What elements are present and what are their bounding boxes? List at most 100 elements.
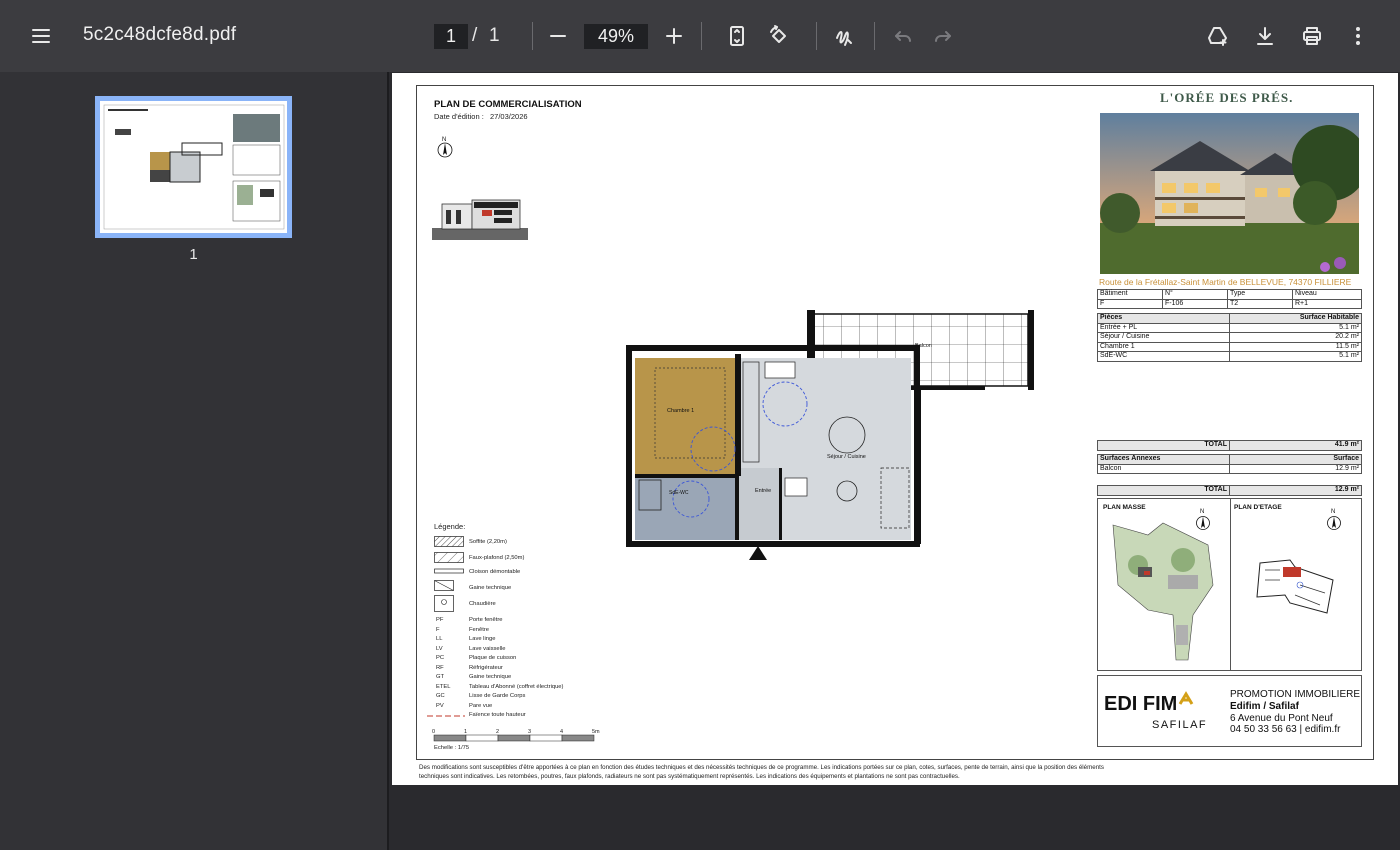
print-icon[interactable]	[1292, 16, 1332, 56]
scale-tick: 4	[560, 729, 563, 735]
toolbar-divider	[874, 22, 875, 50]
zoom-in-icon[interactable]	[654, 16, 694, 56]
table-row: Chambre 1 11.5 m²	[1097, 341, 1362, 352]
room-name: Séjour / Cuisine	[1097, 332, 1230, 343]
legend-label: Lave linge	[469, 636, 496, 642]
legend-code: PF	[436, 617, 444, 623]
menu-icon[interactable]	[21, 16, 61, 56]
room-surface: 20.2 m²	[1229, 332, 1362, 343]
legend-label: Faux-plafond (2,50m)	[469, 555, 525, 561]
zoom-out-icon[interactable]	[538, 16, 578, 56]
viewer-toolbar: 5c2c48dcfe8d.pdf 1 / 1 49%	[0, 0, 1400, 72]
redo-icon[interactable]	[923, 16, 963, 56]
legend-label: Gaine technique	[469, 674, 512, 680]
lot-header-niveau: Niveau	[1292, 289, 1362, 300]
legend-code: PV	[436, 702, 444, 709]
legend-code: LL	[436, 636, 443, 642]
annotate-icon[interactable]	[824, 16, 864, 56]
legend-code: GC	[436, 693, 445, 699]
rooms-total-value: 41.9 m²	[1229, 440, 1362, 451]
annex-header-surface: Surface	[1229, 454, 1362, 465]
page-number-input[interactable]: 1	[434, 24, 468, 49]
annex-name: Balcon	[1097, 463, 1230, 474]
annex-surface: 12.9 m²	[1229, 463, 1362, 474]
lot-header-batiment: Bâtiment	[1097, 289, 1163, 300]
legend-label: Porte fenêtre	[469, 617, 503, 623]
promo-line-1: PROMOTION IMMOBILIERE	[1230, 689, 1361, 700]
lot-header-numero: N°	[1162, 289, 1228, 300]
faience-line-swatch	[427, 715, 465, 717]
legend-label: Cloison démontable	[469, 569, 521, 575]
project-brand-logo: L'ORÉE DES PRÉS.	[1160, 90, 1294, 105]
scale-tick: 2	[496, 729, 499, 735]
building-elevation-image	[432, 199, 528, 240]
annex-total-table: TOTAL 12.9 m²	[1097, 485, 1362, 496]
legend-code: LV	[436, 645, 443, 652]
table-row: Entrée + PL 5.1 m²	[1097, 322, 1362, 333]
legend-label: Fenêtre	[469, 626, 489, 633]
undo-icon[interactable]	[883, 16, 923, 56]
room-label-chambre: Chambre 1	[667, 408, 694, 414]
room-label-sejour: Séjour / Cuisine	[827, 454, 866, 460]
room-label-balcon: Balcon	[915, 343, 932, 349]
zoom-level-input[interactable]: 49%	[584, 24, 648, 49]
legend-label: Plaque de cuisson	[469, 655, 517, 661]
legend-label: Soffite (2,20m)	[469, 539, 507, 545]
scale-tick: 3	[528, 729, 531, 735]
scale-tick: 1	[464, 729, 467, 735]
edifim-logo-text: EDI FIM	[1104, 693, 1177, 715]
safilaf-logo-text: SAFILAF	[1152, 719, 1207, 731]
room-surface: 5.1 m²	[1229, 351, 1362, 362]
page-thumbnail[interactable]	[95, 96, 292, 238]
lot-value-niveau: R+1	[1292, 298, 1362, 309]
lot-value-numero: F-106	[1162, 298, 1228, 309]
legend-label: Lisse de Garde Corps	[469, 693, 526, 699]
toolbar-divider	[532, 22, 533, 50]
promo-line-3: 6 Avenue du Pont Neuf	[1230, 713, 1333, 724]
download-icon[interactable]	[1245, 16, 1285, 56]
legend-code: GT	[436, 674, 445, 680]
table-row: Balcon 12.9 m²	[1097, 463, 1362, 474]
north-arrow-label: N	[442, 137, 446, 143]
promo-line-2: Edifim / Safilaf	[1230, 701, 1299, 712]
promo-line-4: 04 50 33 56 63 | edifim.fr	[1230, 724, 1341, 735]
add-to-drive-icon[interactable]	[1198, 16, 1238, 56]
project-address: Route de la Frétallaz-Saint Martin de BE…	[1099, 277, 1352, 287]
more-vert-icon[interactable]	[1338, 16, 1378, 56]
plan-masse-image	[1112, 522, 1214, 661]
annex-header-name: Surfaces Annexes	[1097, 454, 1230, 465]
site-plans-divider	[1230, 499, 1231, 670]
toolbar-divider	[816, 22, 817, 50]
north-arrow-icon: N	[1327, 509, 1341, 530]
rooms-header-surface: Surface Habitable	[1229, 313, 1362, 324]
toolbar-divider	[701, 22, 702, 50]
rooms-surface-table: Pièces Surface Habitable Entrée + PL 5.1…	[1097, 313, 1362, 362]
plan-title: PLAN DE COMMERCIALISATION	[434, 99, 582, 110]
legend-code: F	[436, 626, 440, 633]
legend-swatches	[434, 536, 464, 612]
north-arrow-label: N	[1331, 509, 1335, 515]
legend-label: Réfrigérateur	[469, 664, 503, 671]
legend-code: ETEL	[436, 683, 451, 690]
rooms-total-table: TOTAL 41.9 m²	[1097, 440, 1362, 451]
legend-code: PC	[436, 655, 445, 661]
edit-date-label: Date d'édition :	[434, 112, 484, 121]
edit-date: 27/03/2026	[490, 112, 528, 121]
annex-surface-table: Surfaces Annexes Surface Balcon 12.9 m²	[1097, 454, 1362, 474]
apartment-floor-plan: Chambre 1 Séjour / Cuisine Entrée SdE-WC…	[626, 310, 1034, 560]
fit-page-icon[interactable]	[717, 16, 757, 56]
developer-logos: EDI FIM SAFILAF	[1104, 691, 1207, 731]
legend-code: RF	[436, 664, 444, 671]
rotate-icon[interactable]	[759, 16, 799, 56]
table-row: SdE-WC 5.1 m²	[1097, 351, 1362, 362]
document-file-name: 5c2c48dcfe8d.pdf	[83, 24, 237, 45]
annex-total-label: TOTAL	[1097, 485, 1230, 496]
total-pages: 1	[489, 25, 500, 46]
rooms-total-label: TOTAL	[1097, 440, 1230, 451]
page-separator: /	[472, 25, 478, 46]
lot-info-table: Bâtiment N° Type Niveau F F-106 T2 R+1	[1097, 289, 1362, 309]
scale-tick: 0	[432, 729, 435, 735]
legend-label: Tableau d'Abonné (coffret électrique)	[469, 683, 564, 690]
room-surface: 11.5 m²	[1229, 341, 1362, 352]
table-row: Séjour / Cuisine 20.2 m²	[1097, 332, 1362, 343]
